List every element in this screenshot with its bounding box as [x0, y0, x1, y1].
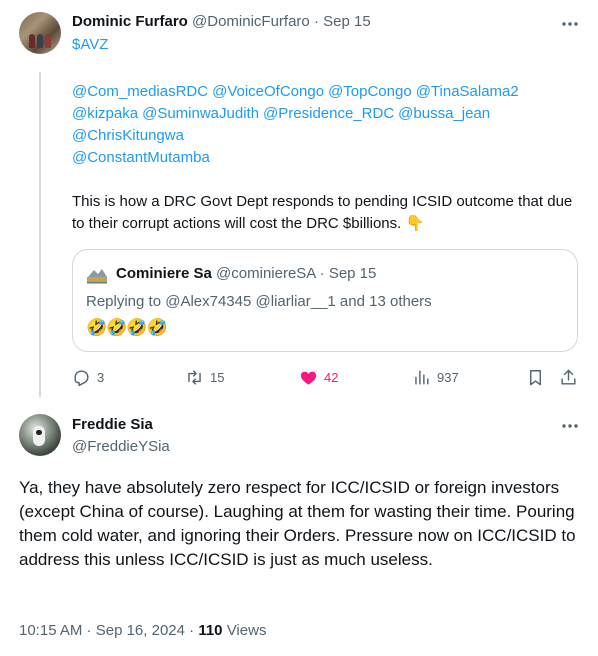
- bookmark-icon: [530, 370, 541, 386]
- avatar[interactable]: [19, 414, 61, 456]
- author-handle[interactable]: @FreddieYSia: [72, 438, 170, 455]
- reply-icon: [74, 370, 89, 387]
- views-label: Views: [226, 622, 267, 639]
- replying-users: @Alex74345 @liarliar__1: [165, 293, 336, 310]
- quoted-tweet[interactable]: Cominiere Sa @cominiereSA · Sep 15 Reply…: [72, 249, 578, 352]
- mention-link[interactable]: @ChrisKitungwa: [72, 127, 184, 144]
- views-icon: [415, 370, 429, 385]
- cominiere-logo-icon: [87, 269, 107, 284]
- tweet-text: Ya, they have absolutely zero respect fo…: [19, 478, 576, 569]
- retweet-button[interactable]: 15: [185, 368, 224, 387]
- author-handle[interactable]: @DominicFurfaro: [192, 13, 310, 30]
- mention-link[interactable]: @Com_mediasRDC: [72, 83, 208, 100]
- mentions-list: @Com_mediasRDC @VoiceOfCongo @TopCongo @Tin…: [72, 81, 592, 169]
- tweet-meta: 10:15 AM · Sep 16, 2024 · 110 Views: [19, 622, 266, 639]
- heart-icon: [300, 371, 317, 385]
- mention-link[interactable]: @SuminwaJudith: [142, 105, 259, 122]
- mention-link[interactable]: @VoiceOfCongo: [212, 83, 324, 100]
- quote-text: 🤣🤣🤣🤣: [86, 318, 168, 337]
- cashtag-link[interactable]: $AVZ: [72, 36, 108, 53]
- separator: ·: [82, 622, 96, 639]
- tweet-header: Dominic Furfaro @DominicFurfaro · Sep 15: [72, 13, 371, 30]
- share-button[interactable]: [559, 368, 584, 387]
- tweet-full-date[interactable]: Sep 16, 2024: [96, 622, 185, 639]
- replying-prefix: Replying to: [86, 293, 166, 310]
- bookmark-button[interactable]: [526, 368, 551, 387]
- quote-date[interactable]: Sep 15: [329, 265, 377, 282]
- action-bar: 3 15 42 937: [72, 368, 582, 390]
- tweet-date[interactable]: Sep 15: [323, 13, 371, 30]
- tweet-text: This is how a DRC Govt Dept responds to …: [72, 193, 573, 232]
- retweet-count: 15: [210, 370, 225, 385]
- mention-link[interactable]: @ConstantMutamba: [72, 149, 210, 166]
- quote-header: Cominiere Sa @cominiereSA · Sep 15: [116, 265, 376, 282]
- separator: ·: [315, 265, 329, 282]
- separator: ·: [309, 13, 324, 30]
- replying-suffix: and 13 others: [335, 293, 432, 310]
- quote-author-handle[interactable]: @cominiereSA: [216, 265, 315, 282]
- reply-count: 3: [97, 370, 105, 385]
- separator: ·: [184, 622, 199, 639]
- views-button[interactable]: 937: [412, 368, 459, 387]
- views-total: 110: [198, 622, 223, 639]
- share-icon: [561, 369, 576, 385]
- mention-link[interactable]: @bussa_jean: [398, 105, 490, 122]
- like-count: 42: [324, 370, 339, 385]
- views-count: 937: [437, 370, 459, 385]
- mention-link[interactable]: @TinaSalama2: [416, 83, 519, 100]
- thread-line: [39, 72, 41, 397]
- author-name[interactable]: Freddie Sia: [72, 416, 153, 433]
- mention-link[interactable]: @TopCongo: [328, 83, 412, 100]
- tweet-time[interactable]: 10:15 AM: [19, 622, 82, 639]
- more-icon[interactable]: [560, 416, 580, 436]
- mention-link[interactable]: @Presidence_RDC: [263, 105, 394, 122]
- replying-to: Replying to @Alex74345 @liarliar__1 and …: [86, 293, 432, 310]
- like-button[interactable]: 42: [299, 368, 338, 387]
- reply-button[interactable]: 3: [72, 368, 104, 387]
- mention-link[interactable]: @kizpaka: [72, 105, 138, 122]
- retweet-icon: [188, 370, 201, 385]
- author-name[interactable]: Dominic Furfaro: [72, 13, 188, 30]
- avatar[interactable]: [19, 12, 61, 54]
- quote-author-name[interactable]: Cominiere Sa: [116, 265, 212, 282]
- more-icon[interactable]: [560, 14, 580, 34]
